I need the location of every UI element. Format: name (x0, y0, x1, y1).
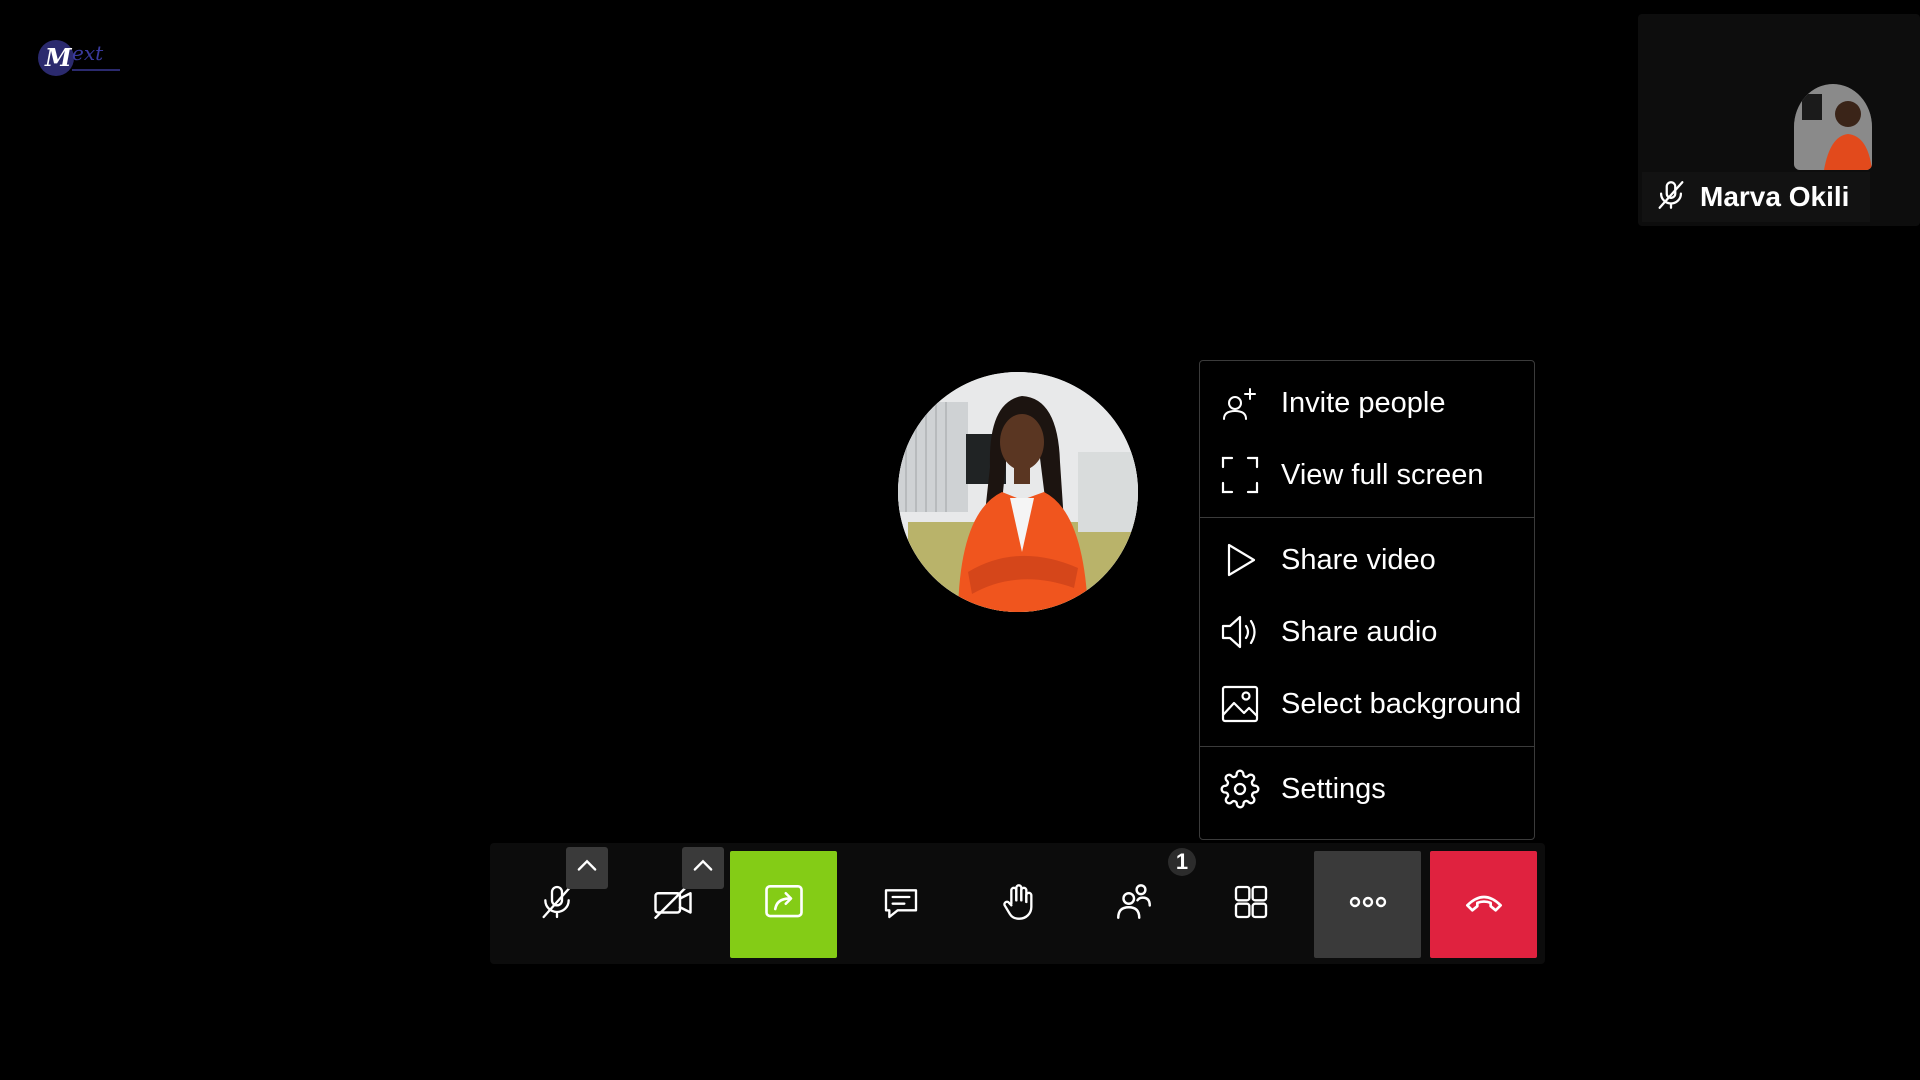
screen-share-icon (763, 881, 805, 928)
menu-label: Share audio (1281, 615, 1438, 648)
chat-button[interactable] (847, 851, 954, 958)
mic-off-icon (1654, 178, 1688, 217)
menu-label: View full screen (1281, 458, 1484, 491)
app-logo: M ext (38, 40, 120, 76)
self-name-bar: Marva Okili (1642, 172, 1870, 222)
phone-hangup-icon (1464, 882, 1504, 927)
menu-label: Share video (1281, 543, 1436, 576)
image-icon (1220, 684, 1260, 724)
gear-icon (1220, 769, 1260, 809)
participants-count-badge: 1 (1168, 848, 1196, 876)
chat-icon (881, 882, 921, 927)
menu-item-settings[interactable]: Settings (1200, 753, 1534, 825)
participants-icon (1113, 881, 1155, 928)
more-icon (1348, 892, 1388, 917)
menu-item-select-background[interactable]: Select background (1200, 668, 1534, 740)
tile-view-button[interactable] (1197, 851, 1304, 958)
more-options-button[interactable] (1314, 851, 1421, 958)
menu-label: Settings (1281, 772, 1386, 805)
speaker-icon (1220, 612, 1260, 652)
svg-text:M: M (44, 43, 73, 72)
chevron-up-icon (689, 852, 717, 885)
self-video-tile[interactable]: Marva Okili (1638, 14, 1920, 226)
fullscreen-icon (1220, 455, 1260, 495)
menu-group-general: Invite people View full screen (1200, 361, 1534, 517)
menu-group-share: Share video Share audio Select backgroun… (1200, 517, 1534, 746)
meeting-toolbar (490, 843, 1545, 964)
participant-avatar (898, 372, 1138, 612)
play-icon (1220, 540, 1260, 580)
camera-options-toggle[interactable] (682, 847, 724, 889)
menu-label: Select background (1281, 687, 1522, 720)
menu-item-share-audio[interactable]: Share audio (1200, 596, 1534, 668)
menu-item-share-video[interactable]: Share video (1200, 524, 1534, 596)
menu-label: Invite people (1281, 386, 1446, 419)
svg-text:ext: ext (72, 41, 104, 65)
menu-item-invite-people[interactable]: Invite people (1200, 367, 1534, 439)
chevron-up-icon (573, 852, 601, 885)
raise-hand-button[interactable] (964, 851, 1071, 958)
invite-people-icon (1220, 383, 1260, 423)
menu-item-view-full-screen[interactable]: View full screen (1200, 439, 1534, 511)
screen-share-button[interactable] (730, 851, 837, 958)
microphone-options-toggle[interactable] (566, 847, 608, 889)
meeting-stage: M ext Marva Okili Invite people View ful… (0, 0, 1920, 1080)
menu-group-settings: Settings (1200, 746, 1534, 831)
grid-icon (1231, 882, 1271, 927)
more-options-menu: Invite people View full screen Share vid… (1199, 360, 1535, 840)
self-avatar (1794, 84, 1872, 170)
hang-up-button[interactable] (1430, 851, 1537, 958)
self-name: Marva Okili (1700, 181, 1850, 212)
hand-icon (998, 882, 1038, 927)
